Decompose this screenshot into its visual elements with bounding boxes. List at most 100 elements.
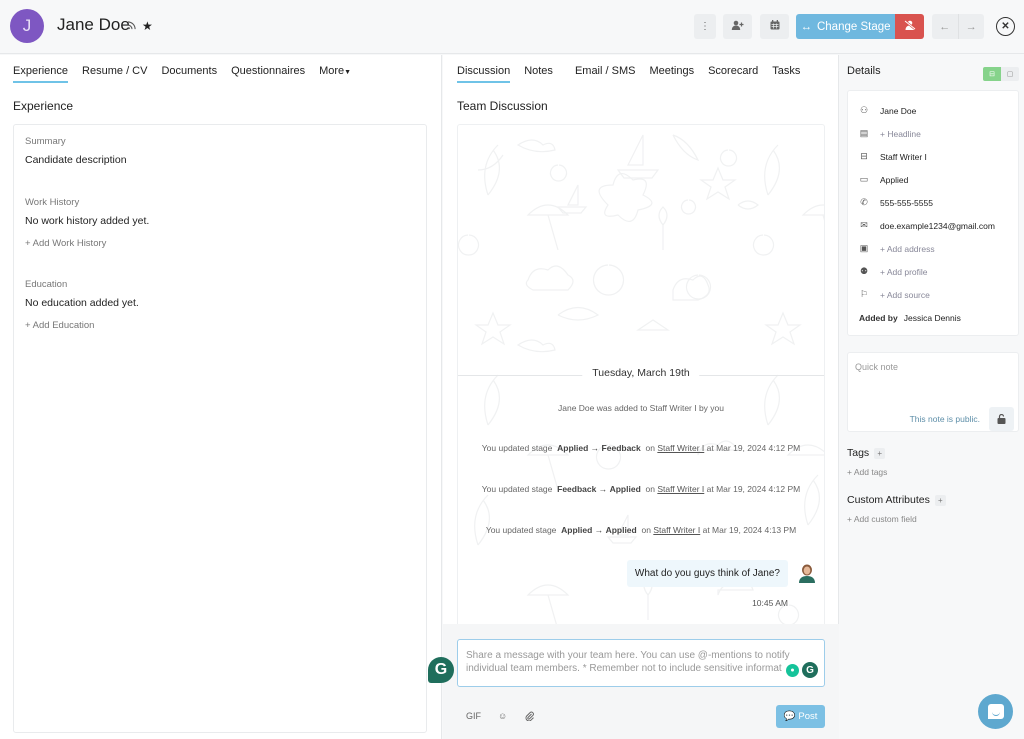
address-icon: ▣ xyxy=(859,243,869,253)
layout-icon[interactable]: ⊟ xyxy=(983,67,1001,81)
tab-questionnaires[interactable]: Questionnaires xyxy=(231,65,305,81)
reject-button[interactable] xyxy=(895,14,924,39)
tab-meetings[interactable]: Meetings xyxy=(649,65,694,81)
work-history-label: Work History xyxy=(25,197,80,208)
date-label: Tuesday, March 19th xyxy=(582,367,700,379)
profile-tabs: Experience Resume / CV Documents Questio… xyxy=(13,65,351,83)
star-icon[interactable]: ★ xyxy=(142,19,153,33)
tab-label: Documents xyxy=(161,65,218,77)
stage-to: Applied xyxy=(605,525,637,535)
post-button[interactable]: 💬 Post xyxy=(776,705,825,728)
tab-discussion[interactable]: Discussion xyxy=(457,65,511,83)
add-user-icon xyxy=(731,20,744,33)
add-attribute-button[interactable]: + xyxy=(934,494,946,506)
tab-experience[interactable]: Experience xyxy=(13,65,69,83)
message-placeholder: Share a message with your team here. You… xyxy=(466,650,796,674)
avatar-initial: J xyxy=(22,16,32,35)
tab-label: Experience xyxy=(13,65,69,77)
emoji-icon[interactable]: ☺ xyxy=(498,711,507,721)
profile-icon: ⚉ xyxy=(859,266,869,276)
job-link[interactable]: Staff Writer I xyxy=(653,525,700,535)
tab-scorecard[interactable]: Scorecard xyxy=(708,65,758,81)
tab-label: Discussion xyxy=(457,65,511,77)
tab-documents[interactable]: Documents xyxy=(161,65,217,81)
arrow-left-icon[interactable]: ← xyxy=(932,14,959,39)
grammarly-icon[interactable]: G xyxy=(428,657,454,683)
arrows-horizontal-icon: ↔ xyxy=(800,20,812,33)
close-icon[interactable]: ✕ xyxy=(996,17,1015,36)
change-stage-label: Change Stage xyxy=(816,20,891,33)
job-link[interactable]: Staff Writer I xyxy=(657,443,704,453)
activity-tabs: Discussion Notes Email / SMS Meetings Sc… xyxy=(457,65,814,83)
system-message: You updated stage Applied → Applied on S… xyxy=(458,525,824,535)
detail-row-headline[interactable]: ▤ + Headline xyxy=(859,128,921,139)
system-message-text: You updated stage xyxy=(485,525,557,535)
detail-row-email[interactable]: ✉ doe.example1234@gmail.com xyxy=(859,220,995,231)
details-title: Details xyxy=(847,65,881,77)
tab-resume[interactable]: Resume / CV xyxy=(82,65,147,81)
add-custom-field-link[interactable]: + Add custom field xyxy=(847,514,917,524)
tags-section-title: Tags + xyxy=(847,447,886,459)
summary-value[interactable]: Candidate description xyxy=(25,154,127,166)
detail-value: + Add source xyxy=(880,289,930,300)
message-input[interactable]: Share a message with your team here. You… xyxy=(457,639,825,687)
stage-icon: ▭ xyxy=(859,174,869,184)
gif-button[interactable]: GIF xyxy=(466,711,481,721)
grammarly-icon[interactable]: G xyxy=(802,662,818,678)
system-message: You updated stage Feedback → Applied on … xyxy=(458,484,824,494)
arrow-right-icon[interactable]: → xyxy=(959,14,985,39)
custom-attributes-label: Custom Attributes xyxy=(847,494,930,506)
detail-row-source[interactable]: ⚐ + Add source xyxy=(859,289,930,300)
add-tag-button[interactable]: + xyxy=(874,447,886,459)
more-options-button[interactable]: ⋮ xyxy=(694,14,716,39)
tab-tasks[interactable]: Tasks xyxy=(772,65,800,81)
change-stage-button[interactable]: ↔ Change Stage xyxy=(796,14,895,39)
stage-from: Feedback xyxy=(557,484,597,494)
schedule-button[interactable] xyxy=(760,14,789,39)
detail-value: doe.example1234@gmail.com xyxy=(880,220,995,231)
tab-label: Notes xyxy=(524,65,553,77)
system-message-time: at Mar 19, 2024 4:13 PM xyxy=(702,525,797,535)
job-link[interactable]: Staff Writer I xyxy=(657,484,704,494)
details-card: ⚇ Jane Doe ▤ + Headline ⊟ Staff Writer I ▭ A… xyxy=(847,90,1019,336)
chat-launcher-button[interactable] xyxy=(978,694,1013,729)
tab-more[interactable]: More▼ xyxy=(319,65,351,81)
briefcase-icon: ⊟ xyxy=(860,151,868,161)
square-icon[interactable]: ▢ xyxy=(1001,67,1019,81)
detail-value: 555-555-5555 xyxy=(880,197,933,208)
education-label: Education xyxy=(25,279,68,290)
detail-row-stage[interactable]: ▭ Applied xyxy=(859,174,909,185)
tags-title: Tags xyxy=(847,447,870,459)
system-message: You updated stage Applied → Feedback on … xyxy=(458,443,824,453)
chat-message-bubble[interactable]: What do you guys think of Jane? xyxy=(626,560,788,587)
discussion-feed[interactable]: Tuesday, March 19th Jane Doe was added t… xyxy=(457,124,825,624)
quick-note-input[interactable]: Quick note This note is public. xyxy=(847,352,1019,432)
paperclip-icon[interactable] xyxy=(525,711,534,723)
add-work-history-link[interactable]: + Add Work History xyxy=(25,238,106,249)
reject-user-icon xyxy=(903,20,916,33)
added-by-label: Added by xyxy=(859,313,898,323)
detail-value: Jane Doe xyxy=(880,105,917,116)
tab-notes[interactable]: Notes xyxy=(524,65,553,81)
message-time: 10:45 AM xyxy=(752,598,788,608)
system-message-text: on xyxy=(645,484,655,494)
add-user-button[interactable] xyxy=(723,14,752,39)
detail-row-phone[interactable]: ✆ 555-555-5555 xyxy=(859,197,933,208)
detail-row-address[interactable]: ▣ + Add address xyxy=(859,243,935,254)
add-tags-link[interactable]: + Add tags xyxy=(847,467,887,477)
lightbulb-icon[interactable]: ● xyxy=(786,663,799,677)
section-title: Team Discussion xyxy=(457,99,548,113)
detail-value: + Add address xyxy=(880,243,935,254)
add-education-link[interactable]: + Add Education xyxy=(25,320,94,331)
rss-icon[interactable] xyxy=(127,21,136,32)
unlock-icon[interactable] xyxy=(989,407,1014,431)
work-history-value: No work history added yet. xyxy=(25,215,150,227)
detail-row-job[interactable]: ⊟ Staff Writer I xyxy=(859,151,927,162)
system-message-text: on xyxy=(645,443,655,453)
tab-email-sms[interactable]: Email / SMS xyxy=(575,65,636,81)
detail-row-name[interactable]: ⚇ Jane Doe xyxy=(859,105,916,116)
experience-card: Summary Candidate description Work Histo… xyxy=(13,124,427,733)
system-message: Jane Doe was added to Staff Writer I by … xyxy=(458,403,824,413)
grammarly-inline: ● G xyxy=(782,662,818,678)
detail-row-profile[interactable]: ⚉ + Add profile xyxy=(859,266,928,277)
